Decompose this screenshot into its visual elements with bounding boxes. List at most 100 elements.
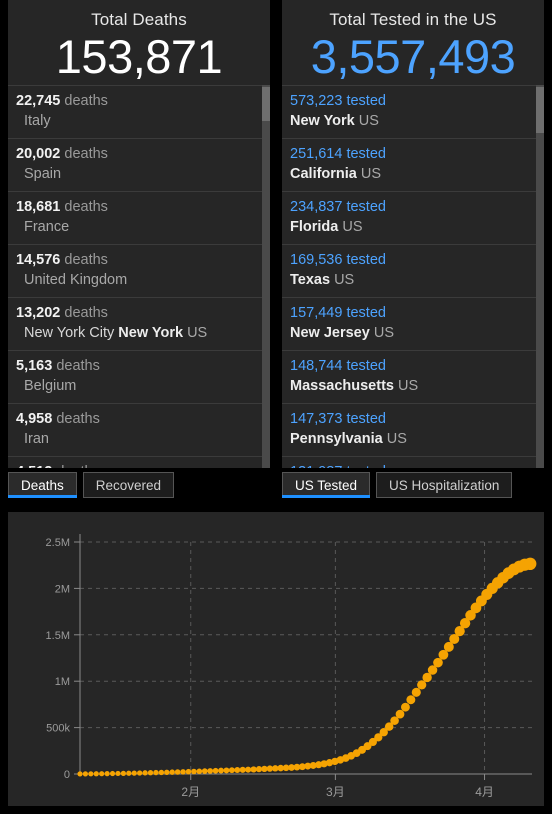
y-tick-label: 2M	[55, 583, 70, 595]
list-item-metric: 148,744 tested	[290, 357, 534, 376]
data-point	[417, 680, 427, 690]
x-tick-label: 2月	[181, 785, 200, 799]
data-point	[77, 771, 83, 777]
data-point	[234, 767, 241, 774]
list-item-number: 4,958	[16, 411, 53, 427]
list-item[interactable]: 147,373 tested Pennsylvania US	[282, 404, 544, 457]
tested-list-viewport[interactable]: 573,223 tested New York US 251,614 tested C…	[282, 85, 544, 468]
list-item[interactable]: 573,223 tested New York US	[282, 85, 544, 139]
total-tested-title: Total Tested in the US	[329, 10, 497, 29]
list-item-number: 147,373	[290, 411, 343, 427]
list-item-unit: tested	[342, 199, 386, 215]
list-item-unit: tested	[342, 305, 386, 321]
list-item-number: 22,745	[16, 93, 61, 109]
place-suffix: France	[24, 219, 70, 235]
tested-list-scrollbar[interactable]	[536, 85, 544, 468]
place-primary: Pennsylvania	[290, 431, 383, 447]
data-point	[433, 657, 443, 668]
list-item-number: 573,223	[290, 93, 343, 109]
place-primary: New Jersey	[290, 325, 370, 341]
data-point	[261, 765, 268, 773]
list-item[interactable]: 131,987 testedLouisiana US	[282, 457, 544, 468]
place-suffix: US	[369, 325, 394, 341]
list-item-unit: deaths	[60, 305, 108, 321]
list-item-number: 18,681	[16, 199, 61, 215]
data-point	[201, 768, 208, 774]
data-point	[228, 767, 235, 774]
list-item-unit: tested	[342, 93, 386, 109]
list-item-metric: 147,373 tested	[290, 410, 534, 429]
data-point	[196, 768, 203, 775]
tested-list-scroll-thumb[interactable]	[536, 87, 544, 133]
tab-recovered[interactable]: Recovered	[82, 472, 175, 498]
list-item-place: France	[16, 217, 260, 237]
us-tested-timeseries-chart[interactable]: 0 500k 1M 1.5M 2M 2.5M 2月 3月 4月	[8, 512, 544, 806]
place-suffix: US	[393, 378, 419, 394]
tab-us-hospitalization[interactable]: US Hospitalization	[376, 472, 513, 498]
list-item-metric: 20,002 deaths	[16, 145, 260, 164]
list-item-place: United Kingdom	[16, 270, 260, 290]
list-item[interactable]: 20,002 deaths Spain	[8, 139, 270, 192]
list-item-place: Belgium	[16, 376, 260, 396]
data-point	[406, 695, 416, 705]
total-tested-panel: Total Tested in the US 3,557,493 573,223…	[282, 0, 544, 468]
list-item[interactable]: 251,614 tested California US	[282, 139, 544, 192]
y-tick-label: 1M	[55, 676, 70, 688]
place-suffix: United Kingdom	[24, 272, 128, 288]
tab-deaths[interactable]: Deaths	[8, 472, 77, 498]
list-item-number: 14,576	[16, 252, 61, 268]
right-tab-group: US Tested US Hospitalization	[282, 468, 544, 504]
list-item-place: New York US	[290, 111, 534, 131]
list-item[interactable]: 4,512 deathsHubei China	[8, 457, 270, 468]
total-deaths-title: Total Deaths	[91, 10, 187, 29]
list-item[interactable]: 22,745 deaths Italy	[8, 85, 270, 139]
list-item-place: California US	[290, 164, 534, 184]
list-item-place: Spain	[16, 164, 260, 184]
list-item-metric: 251,614 tested	[290, 145, 534, 164]
tab-us-tested[interactable]: US Tested	[282, 472, 371, 498]
place-suffix: Iran	[24, 431, 49, 447]
list-item-place: New Jersey US	[290, 323, 534, 343]
list-item-metric: 169,536 tested	[290, 251, 534, 270]
deaths-list-scrollbar[interactable]	[262, 85, 270, 468]
y-tick-label: 1.5M	[46, 630, 70, 642]
list-item-metric: 18,681 deaths	[16, 198, 260, 217]
list-item[interactable]: 14,576 deaths United Kingdom	[8, 245, 270, 298]
data-point	[239, 766, 246, 773]
deaths-list-scroll-thumb[interactable]	[262, 87, 270, 121]
list-item-number: 234,837	[290, 199, 343, 215]
chart-series-us-tested	[77, 557, 537, 777]
place-primary: Florida	[290, 219, 339, 235]
total-tested-value: 3,557,493	[310, 30, 516, 83]
list-item[interactable]: 169,536 tested Texas US	[282, 245, 544, 298]
data-point	[126, 770, 132, 776]
total-deaths-header: Total Deaths 153,871	[8, 0, 270, 85]
list-item-number: 251,614	[290, 146, 343, 162]
list-item[interactable]: 18,681 deaths France	[8, 192, 270, 245]
place-suffix: Italy	[24, 113, 51, 129]
deaths-list-viewport[interactable]: 22,745 deaths Italy 20,002 deaths Spain 18,6…	[8, 85, 270, 468]
data-point	[218, 767, 224, 774]
data-point	[109, 770, 116, 777]
data-point	[82, 771, 89, 777]
total-deaths-value: 153,871	[55, 30, 223, 83]
data-point	[207, 768, 214, 774]
place-primary: New York	[290, 113, 355, 129]
data-point	[104, 771, 110, 777]
data-point	[191, 768, 197, 775]
list-item-unit: deaths	[52, 358, 100, 374]
list-item-unit: tested	[342, 252, 386, 268]
list-item-number: 169,536	[290, 252, 343, 268]
list-item[interactable]: 4,958 deaths Iran	[8, 404, 270, 457]
tabs-row: Deaths Recovered US Tested US Hospitalizat…	[0, 468, 552, 504]
list-item-place: Italy	[16, 111, 260, 131]
list-item[interactable]: 5,163 deaths Belgium	[8, 351, 270, 404]
list-item[interactable]: 13,202 deaths New York City New York US	[8, 298, 270, 351]
list-item[interactable]: 157,449 tested New Jersey US	[282, 298, 544, 351]
list-item[interactable]: 148,744 tested Massachusetts US	[282, 351, 544, 404]
deaths-list: 22,745 deaths Italy 20,002 deaths Spain 18,6…	[8, 85, 270, 468]
data-point	[131, 770, 137, 776]
list-item-number: 20,002	[16, 146, 61, 162]
tab-label: US Hospitalization	[389, 477, 500, 493]
list-item[interactable]: 234,837 tested Florida US	[282, 192, 544, 245]
